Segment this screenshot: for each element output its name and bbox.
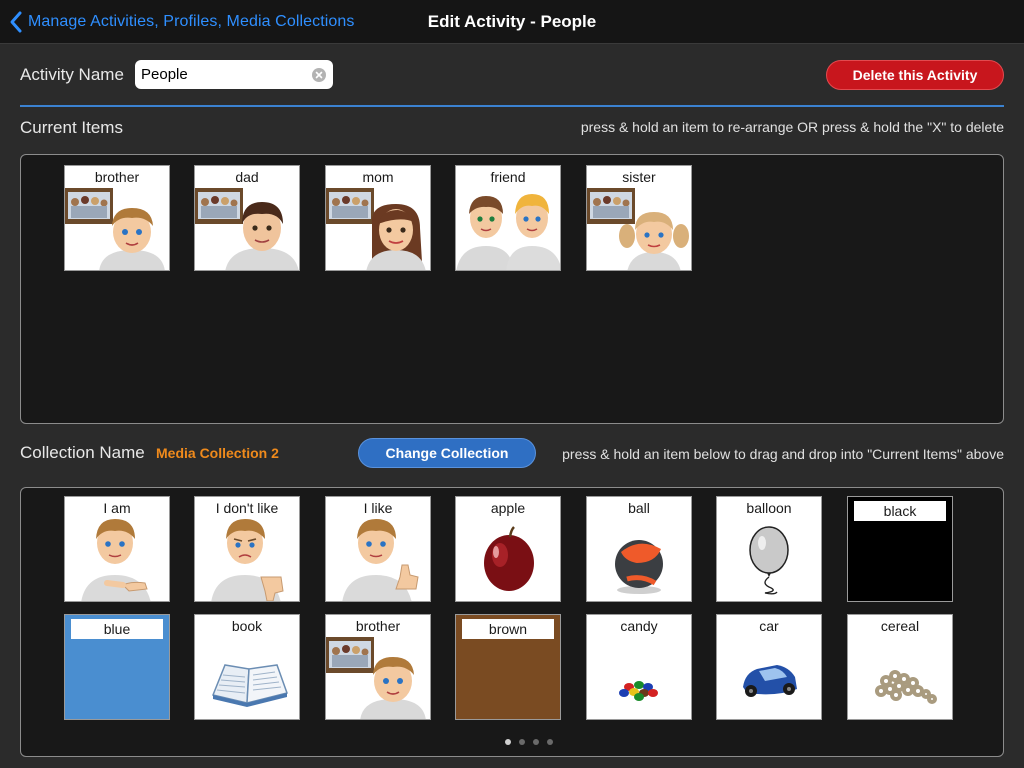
tile-label: I don't like	[215, 500, 279, 516]
collection-item-brown[interactable]: brown	[455, 614, 561, 720]
page-dot-3[interactable]	[533, 739, 539, 745]
current-item-friend[interactable]: friend	[455, 165, 561, 271]
collection-item-i-dont-like[interactable]: I don't like	[194, 496, 300, 602]
tile-label: I am	[103, 500, 131, 516]
chevron-left-icon	[10, 11, 22, 33]
collection-item-balloon[interactable]: balloon	[716, 496, 822, 602]
collection-name-label: Collection Name	[20, 443, 145, 462]
tile-label: friend	[490, 169, 526, 185]
page-dot-1[interactable]	[505, 739, 511, 745]
tile-label: car	[759, 618, 779, 634]
tile-label: apple	[490, 500, 526, 516]
change-collection-button[interactable]: Change Collection	[358, 438, 536, 468]
tile-label: I like	[363, 500, 393, 516]
collection-item-book[interactable]: book	[194, 614, 300, 720]
collection-hint: press & hold an item below to drag and d…	[562, 446, 1004, 462]
navigation-bar: Manage Activities, Profiles, Media Colle…	[0, 0, 1024, 44]
delete-activity-button[interactable]: Delete this Activity	[826, 60, 1004, 90]
activity-name-field[interactable]: People	[135, 60, 333, 89]
tile-label: dad	[235, 169, 259, 185]
collection-item-cereal[interactable]: cereal	[847, 614, 953, 720]
page-indicator[interactable]	[505, 739, 553, 745]
activity-name-value[interactable]: People	[141, 66, 188, 83]
collection-item-blue[interactable]: blue	[64, 614, 170, 720]
divider	[20, 105, 1004, 107]
current-items-label: Current Items	[20, 118, 123, 137]
tile-label: book	[231, 618, 263, 634]
collection-item-i-am[interactable]: I am	[64, 496, 170, 602]
tile-label: balloon	[746, 500, 792, 516]
collection-item-i-like[interactable]: I like	[325, 496, 431, 602]
current-item-mom[interactable]: mom	[325, 165, 431, 271]
tile-label: candy	[620, 618, 658, 634]
collection-item-car[interactable]: car	[716, 614, 822, 720]
collection-items-panel: I am I don't like I like apple ball ball…	[20, 487, 1004, 757]
back-button-label: Manage Activities, Profiles, Media Colle…	[28, 13, 355, 30]
tile-label: brown	[462, 619, 554, 639]
collection-item-brother[interactable]: brother	[325, 614, 431, 720]
current-items-hint: press & hold an item to re-arrange OR pr…	[580, 119, 1004, 135]
tile-label: sister	[622, 169, 656, 185]
back-button[interactable]: Manage Activities, Profiles, Media Colle…	[8, 10, 355, 34]
tile-label: brother	[355, 618, 401, 634]
activity-name-label: Activity Name	[20, 65, 124, 84]
tile-label: brother	[94, 169, 140, 185]
tile-label: blue	[71, 619, 163, 639]
collection-item-black[interactable]: black	[847, 496, 953, 602]
collection-item-candy[interactable]: candy	[586, 614, 692, 720]
current-items-panel: brother dad mom friend sister	[20, 154, 1004, 424]
page-dot-2[interactable]	[519, 739, 525, 745]
tile-label: black	[854, 501, 946, 521]
collection-item-ball[interactable]: ball	[586, 496, 692, 602]
tile-label: ball	[628, 500, 650, 516]
tile-label: mom	[362, 169, 394, 185]
current-item-dad[interactable]: dad	[194, 165, 300, 271]
current-item-sister[interactable]: sister	[586, 165, 692, 271]
tile-label: cereal	[880, 618, 920, 634]
page-dot-4[interactable]	[547, 739, 553, 745]
clear-text-icon[interactable]	[312, 68, 326, 82]
current-item-brother[interactable]: brother	[64, 165, 170, 271]
collection-name-value: Media Collection 2	[156, 445, 279, 461]
collection-item-apple[interactable]: apple	[455, 496, 561, 602]
